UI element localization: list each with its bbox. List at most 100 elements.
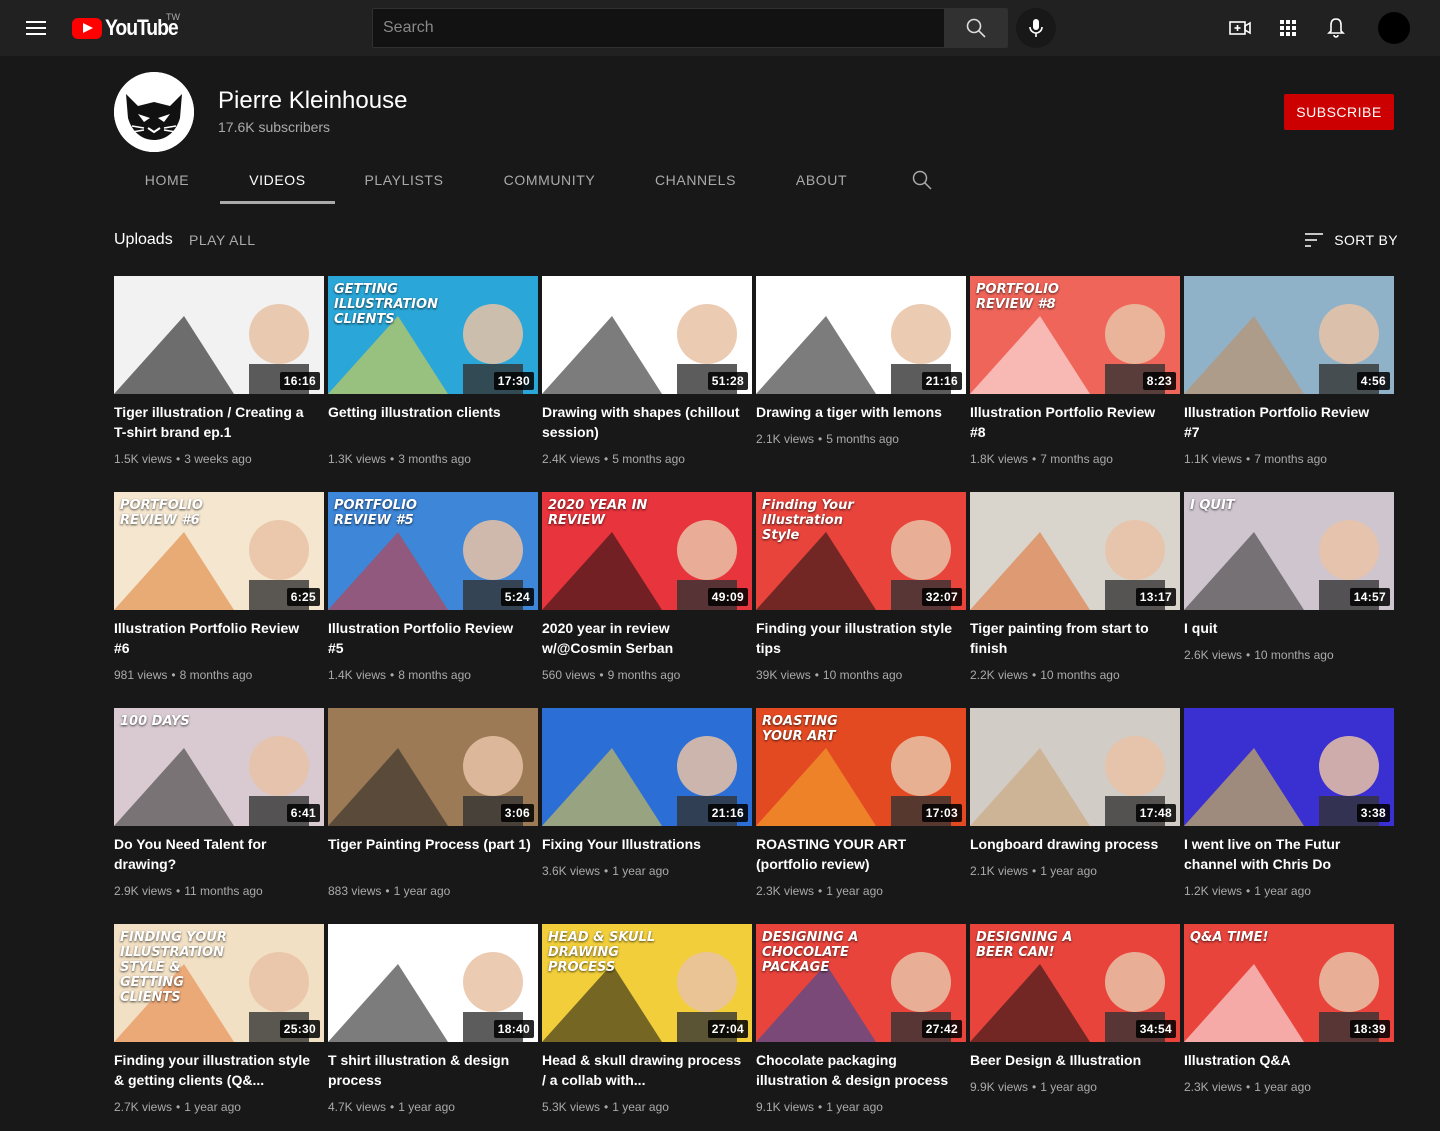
subscribe-button[interactable]: SUBSCRIBE xyxy=(1284,94,1394,130)
video-thumbnail[interactable]: PORTFOLIO REVIEW #8 8:23 xyxy=(970,276,1180,394)
video-thumbnail[interactable]: 21:16 xyxy=(542,708,752,826)
video-thumbnail[interactable]: 100 DAYS 6:41 xyxy=(114,708,324,826)
video-thumbnail[interactable]: Finding Your Illustration Style 32:07 xyxy=(756,492,966,610)
video-thumbnail[interactable]: 4:56 xyxy=(1184,276,1394,394)
video-thumbnail[interactable]: I QUIT 14:57 xyxy=(1184,492,1394,610)
video-thumbnail[interactable]: DESIGNING A CHOCOLATE PACKAGE 27:42 xyxy=(756,924,966,1042)
video-thumbnail[interactable]: 3:06 xyxy=(328,708,538,826)
video-title[interactable]: ROASTING YOUR ART (portfolio review) xyxy=(756,834,960,874)
video-title[interactable]: Illustration Q&A xyxy=(1184,1050,1388,1070)
channel-search-icon[interactable] xyxy=(910,168,934,192)
video-card[interactable]: 18:40 T shirt illustration & design proce… xyxy=(328,924,538,1124)
video-card[interactable]: 21:16 Fixing Your Illustrations 3.6K views… xyxy=(542,708,752,908)
video-title[interactable]: Chocolate packaging illustration & desig… xyxy=(756,1050,960,1090)
video-card[interactable]: 3:38 I went live on The Futur channel wit… xyxy=(1184,708,1394,908)
video-title[interactable]: I quit xyxy=(1184,618,1388,638)
notifications-bell-icon[interactable] xyxy=(1324,16,1348,40)
video-card[interactable]: GETTING ILLUSTRATION CLIENTS 17:30 Getting… xyxy=(328,276,538,476)
video-title[interactable]: Beer Design & Illustration xyxy=(970,1050,1174,1070)
video-title[interactable]: T shirt illustration & design process xyxy=(328,1050,532,1090)
video-title[interactable]: Illustration Portfolio Review #5 xyxy=(328,618,532,658)
video-card[interactable]: I QUIT 14:57 I quit 2.6K views • 10 months ag… xyxy=(1184,492,1394,692)
video-title[interactable]: Getting illustration clients xyxy=(328,402,532,422)
uploads-header: Uploads PLAY ALL SORT BY xyxy=(114,224,1398,256)
video-title[interactable]: 2020 year in review w/@Cosmin Serban xyxy=(542,618,746,658)
upload-age: 1 year ago xyxy=(1254,1080,1311,1094)
video-card[interactable]: 13:17 Tiger painting from start to finish… xyxy=(970,492,1180,692)
video-card[interactable]: 17:48 Longboard drawing process 2.1K views… xyxy=(970,708,1180,908)
video-title[interactable]: Tiger Painting Process (part 1) xyxy=(328,834,532,854)
video-title[interactable]: Longboard drawing process xyxy=(970,834,1174,854)
search-input[interactable] xyxy=(383,19,934,37)
video-thumbnail[interactable]: 16:16 xyxy=(114,276,324,394)
video-card[interactable]: FINDING YOUR ILLUSTRATION STYLE & GETTIN… xyxy=(114,924,324,1124)
video-title[interactable]: I went live on The Futur channel with Ch… xyxy=(1184,834,1388,874)
user-avatar[interactable] xyxy=(1378,12,1410,44)
video-thumbnail[interactable]: 2020 YEAR IN REVIEW 49:09 xyxy=(542,492,752,610)
video-thumbnail[interactable]: PORTFOLIO REVIEW #5 5:24 xyxy=(328,492,538,610)
tab-channels[interactable]: CHANNELS xyxy=(626,156,765,204)
video-card[interactable]: 51:28 Drawing with shapes (chillout sessi… xyxy=(542,276,752,476)
video-thumbnail[interactable]: Q&A TIME! 18:39 xyxy=(1184,924,1394,1042)
video-card[interactable]: 3:06 Tiger Painting Process (part 1) 883 v… xyxy=(328,708,538,908)
tab-community[interactable]: COMMUNITY xyxy=(473,156,626,204)
video-title[interactable]: Illustration Portfolio Review #6 xyxy=(114,618,318,658)
video-card[interactable]: PORTFOLIO REVIEW #8 8:23 Illustration Port… xyxy=(970,276,1180,476)
video-title[interactable]: Drawing with shapes (chillout session) xyxy=(542,402,746,442)
separator-dot: • xyxy=(1032,668,1037,682)
video-title[interactable]: Tiger painting from start to finish xyxy=(970,618,1174,658)
video-title[interactable]: Drawing a tiger with lemons xyxy=(756,402,960,422)
video-thumbnail[interactable]: 13:17 xyxy=(970,492,1180,610)
video-card[interactable]: PORTFOLIO REVIEW #6 6:25 Illustration Port… xyxy=(114,492,324,692)
video-thumbnail[interactable]: FINDING YOUR ILLUSTRATION STYLE & GETTIN… xyxy=(114,924,324,1042)
video-thumbnail[interactable]: 51:28 xyxy=(542,276,752,394)
video-card[interactable]: PORTFOLIO REVIEW #5 5:24 Illustration Port… xyxy=(328,492,538,692)
video-thumbnail[interactable]: ROASTING YOUR ART 17:03 xyxy=(756,708,966,826)
video-card[interactable]: 16:16 Tiger illustration / Creating a T-s… xyxy=(114,276,324,476)
tab-videos[interactable]: VIDEOS xyxy=(220,156,335,204)
video-thumbnail[interactable]: 21:16 xyxy=(756,276,966,394)
video-title[interactable]: Do You Need Talent for drawing? xyxy=(114,834,318,874)
view-count: 981 views xyxy=(114,668,168,682)
video-card[interactable]: Finding Your Illustration Style 32:07 Find… xyxy=(756,492,966,692)
video-title[interactable]: Illustration Portfolio Review #7 xyxy=(1184,402,1388,442)
search-button[interactable] xyxy=(944,8,1008,48)
play-all-button[interactable]: PLAY ALL xyxy=(189,232,256,248)
video-card[interactable]: 21:16 Drawing a tiger with lemons 2.1K vie… xyxy=(756,276,966,476)
video-metadata: 39K views • 10 months ago xyxy=(756,666,902,684)
video-card[interactable]: DESIGNING A BEER CAN! 34:54 Beer Design & … xyxy=(970,924,1180,1124)
thumbnail-text: Q&A TIME! xyxy=(1190,930,1269,945)
video-card[interactable]: DESIGNING A CHOCOLATE PACKAGE 27:42 Chocol… xyxy=(756,924,966,1124)
apps-grid-icon[interactable] xyxy=(1276,16,1300,40)
thumbnail-text: GETTING ILLUSTRATION CLIENTS xyxy=(334,282,438,327)
video-card[interactable]: 4:56 Illustration Portfolio Review #7 1.1K… xyxy=(1184,276,1394,476)
video-thumbnail[interactable]: 17:48 xyxy=(970,708,1180,826)
video-card[interactable]: Q&A TIME! 18:39 Illustration Q&A 2.3K views… xyxy=(1184,924,1394,1124)
separator-dot: • xyxy=(1246,884,1251,898)
sort-by-button[interactable]: SORT BY xyxy=(1304,228,1398,252)
create-video-icon[interactable] xyxy=(1228,16,1252,40)
video-thumbnail[interactable]: 18:40 xyxy=(328,924,538,1042)
tab-about[interactable]: ABOUT xyxy=(765,156,878,204)
tab-playlists[interactable]: PLAYLISTS xyxy=(335,156,473,204)
video-thumbnail[interactable]: DESIGNING A BEER CAN! 34:54 xyxy=(970,924,1180,1042)
thumbnail-text: PORTFOLIO REVIEW #8 xyxy=(976,282,1059,312)
video-title[interactable]: Head & skull drawing process / a collab … xyxy=(542,1050,746,1090)
video-thumbnail[interactable]: PORTFOLIO REVIEW #6 6:25 xyxy=(114,492,324,610)
video-title[interactable]: Tiger illustration / Creating a T-shirt … xyxy=(114,402,318,442)
video-title[interactable]: Illustration Portfolio Review #8 xyxy=(970,402,1174,442)
video-title[interactable]: Finding your illustration style tips xyxy=(756,618,960,658)
video-card[interactable]: 100 DAYS 6:41 Do You Need Talent for drawi… xyxy=(114,708,324,908)
video-thumbnail[interactable]: 3:38 xyxy=(1184,708,1394,826)
video-thumbnail[interactable]: HEAD & SKULL DRAWING PROCESS 27:04 xyxy=(542,924,752,1042)
video-card[interactable]: ROASTING YOUR ART 17:03 ROASTING YOUR ART … xyxy=(756,708,966,908)
video-title[interactable]: Finding your illustration style & gettin… xyxy=(114,1050,318,1090)
menu-icon[interactable] xyxy=(24,16,48,40)
video-duration: 3:06 xyxy=(500,804,534,822)
tab-home[interactable]: HOME xyxy=(114,156,220,204)
voice-search-button[interactable] xyxy=(1016,8,1056,48)
video-card[interactable]: 2020 YEAR IN REVIEW 49:09 2020 year in rev… xyxy=(542,492,752,692)
video-thumbnail[interactable]: GETTING ILLUSTRATION CLIENTS 17:30 xyxy=(328,276,538,394)
video-title[interactable]: Fixing Your Illustrations xyxy=(542,834,746,854)
video-card[interactable]: HEAD & SKULL DRAWING PROCESS 27:04 Head & … xyxy=(542,924,752,1124)
